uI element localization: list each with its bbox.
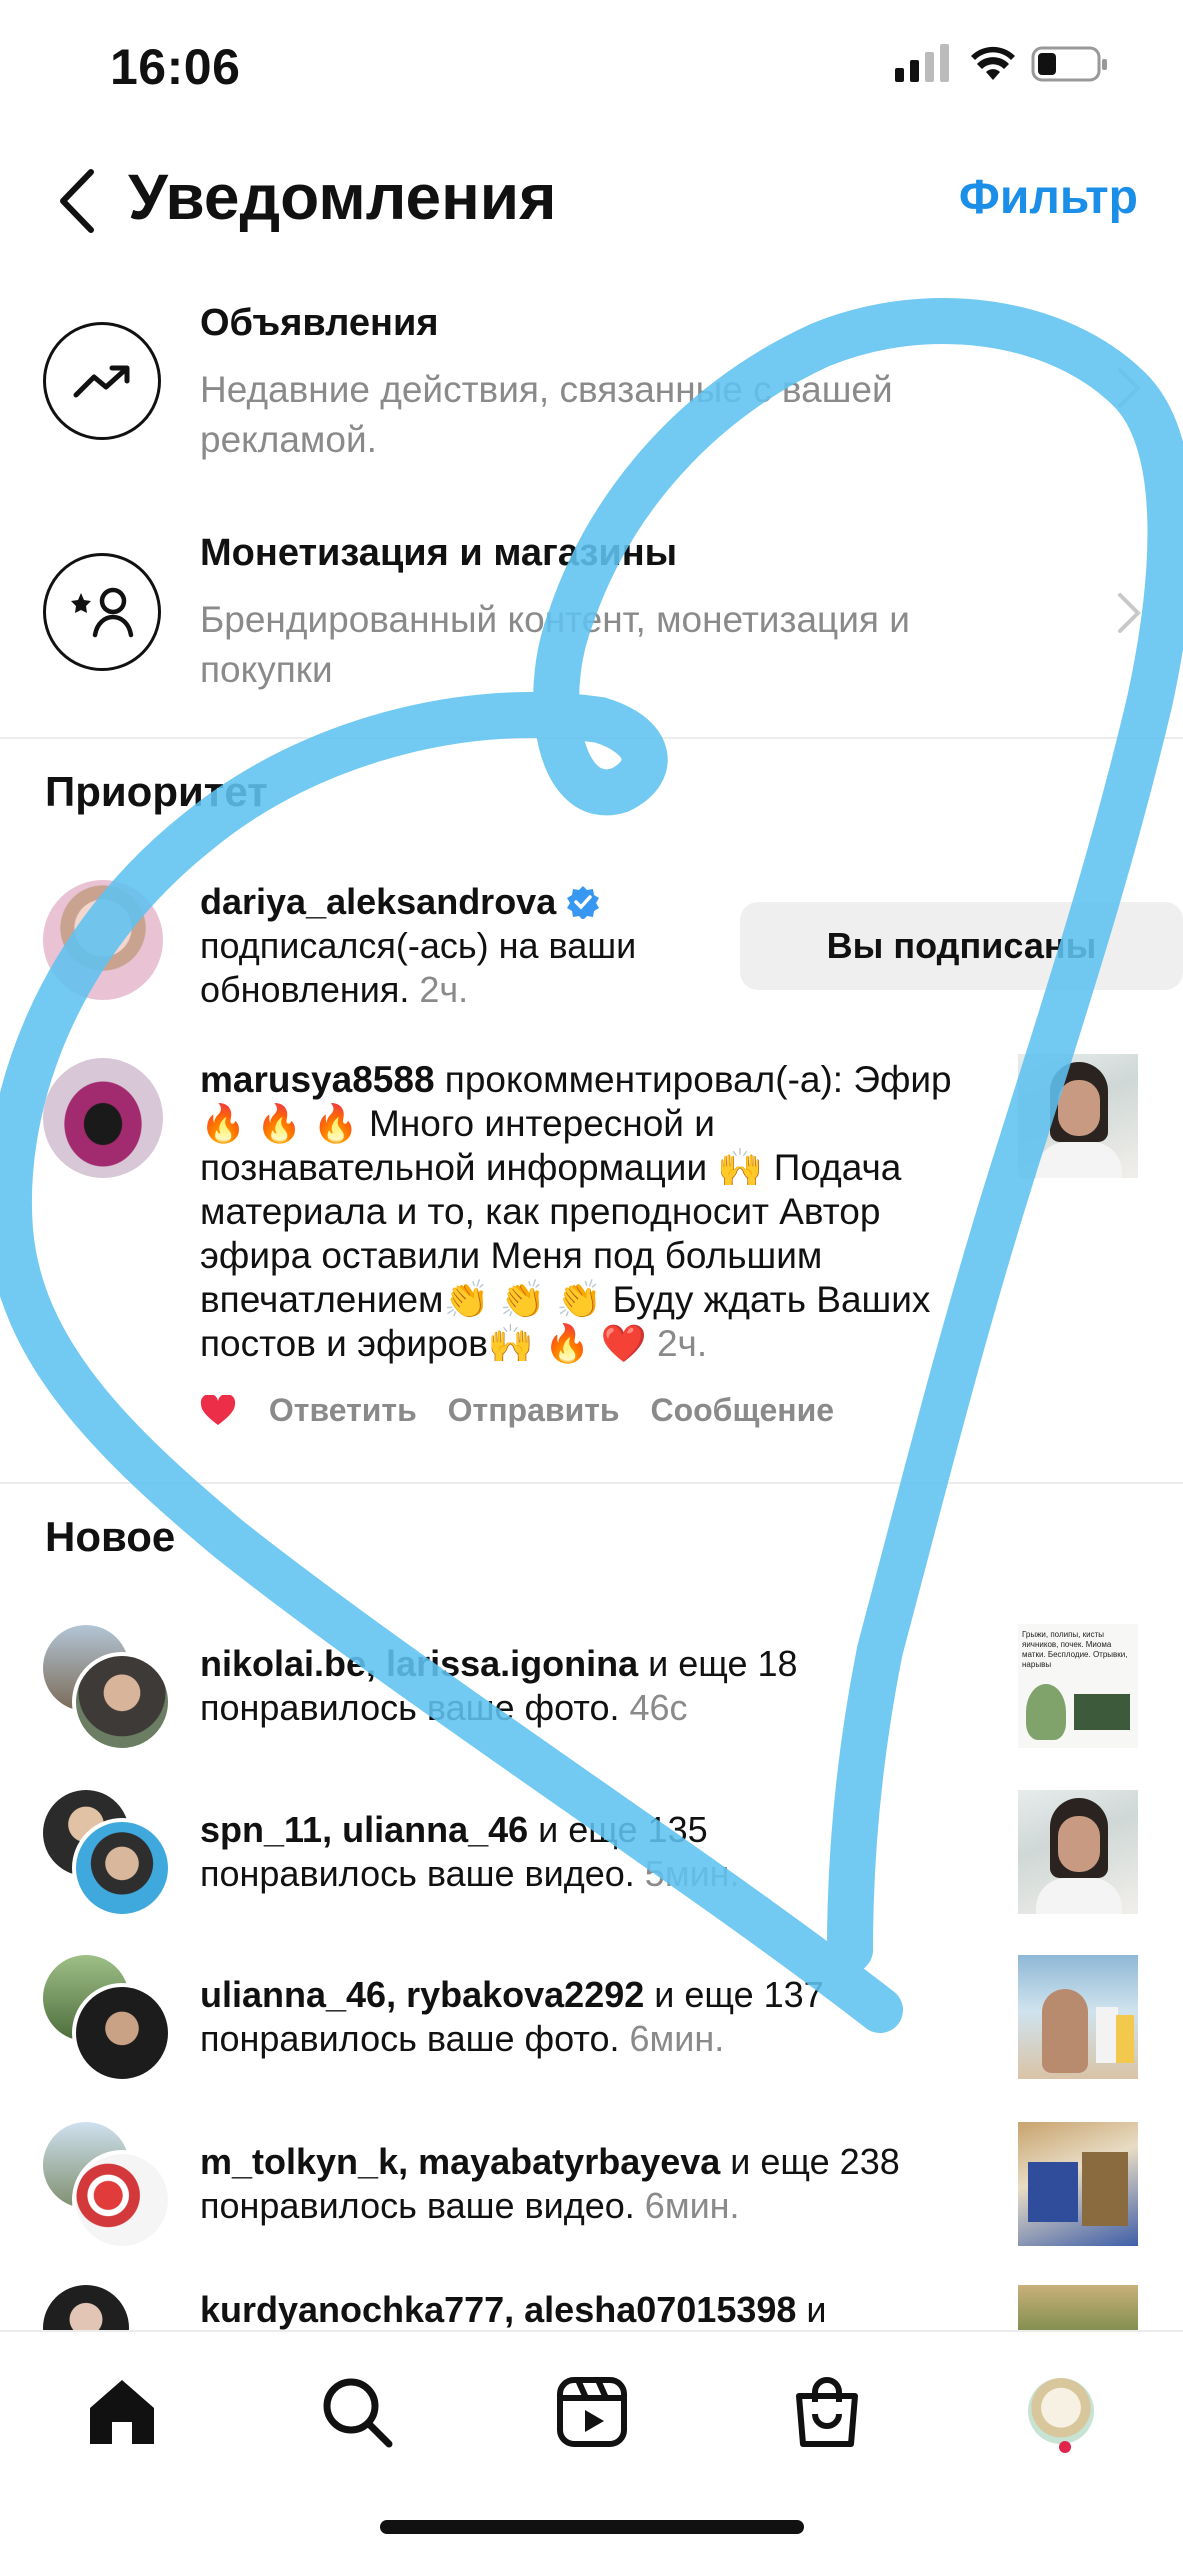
home-icon[interactable] — [82, 2372, 162, 2452]
usernames[interactable]: nikolai.be, larissa.igonina — [200, 1643, 638, 1684]
trending-icon — [43, 322, 161, 440]
creator-icon — [43, 553, 161, 671]
search-icon[interactable] — [317, 2372, 397, 2452]
status-time: 16:06 — [110, 39, 241, 95]
reels-icon[interactable] — [552, 2372, 632, 2452]
chevron-right-icon — [1118, 368, 1141, 408]
filter-button[interactable]: Фильтр — [959, 170, 1138, 225]
like-text: kurdyanochka777, alesha07015398 и — [200, 2288, 1000, 2332]
avatar[interactable] — [43, 880, 163, 1000]
following-button[interactable]: Вы подписаны — [740, 902, 1183, 990]
profile-avatar[interactable] — [1028, 2378, 1094, 2444]
more-count: и еще 18 — [638, 1643, 798, 1684]
like-text: spn_11, ulianna_46 и еще 135 понравилось… — [200, 1808, 1000, 1896]
signal-icon — [895, 44, 949, 82]
section-title-new: Новое — [45, 1513, 176, 1560]
avatar[interactable] — [72, 1983, 172, 2083]
more-count: и еще 135 — [528, 1809, 708, 1850]
back-arrow-icon[interactable] — [55, 166, 99, 236]
page-title: Уведомления — [128, 161, 557, 233]
usernames[interactable]: ulianna_46, rybakova2292 — [200, 1974, 644, 2015]
like-text: nikolai.be, larissa.igonina и еще 18 пон… — [200, 1642, 1000, 1730]
shop-icon[interactable] — [787, 2372, 867, 2452]
timestamp: 46с — [619, 1687, 688, 1728]
comment-actions: Ответить Отправить Сообщение — [200, 1392, 856, 1429]
thumbnail-caption: Грыжи, полипы, кисты яичников, почек. Ми… — [1022, 1630, 1128, 1669]
reply-button[interactable]: Ответить — [269, 1392, 417, 1428]
username[interactable]: dariya_aleksandrova — [200, 881, 556, 922]
monetization-subtitle: Брендированный контент, монетизация и по… — [200, 599, 910, 690]
heart-icon[interactable] — [200, 1393, 236, 1427]
message-button[interactable]: Сообщение — [650, 1392, 834, 1428]
timestamp: 5мин. — [634, 1853, 740, 1894]
battery-icon — [1031, 46, 1107, 82]
username[interactable]: marusya8588 — [200, 1059, 435, 1100]
section-title-priority: Приоритет — [45, 768, 268, 815]
avatar[interactable] — [72, 2150, 172, 2250]
like-message: понравилось ваше видео. — [200, 1853, 635, 1894]
timestamp: 6мин. — [619, 2018, 725, 2059]
like-text: ulianna_46, rybakova2292 и еще 137 понра… — [200, 1973, 1000, 2061]
monetization-title: Монетизация и магазины — [200, 532, 678, 574]
usernames[interactable]: spn_11, ulianna_46 — [200, 1809, 528, 1850]
home-indicator[interactable] — [380, 2520, 804, 2534]
like-message: понравилось ваше фото. — [200, 1687, 620, 1728]
timestamp: 2ч. — [409, 969, 469, 1010]
post-thumbnail[interactable]: Грыжи, полипы, кисты яичников, почек. Ми… — [1018, 1624, 1138, 1748]
verified-icon — [567, 886, 600, 920]
like-message: понравилось ваше фото. — [200, 2018, 620, 2059]
ads-subtitle: Недавние действия, связанные с вашей рек… — [200, 369, 893, 460]
divider — [0, 1482, 1183, 1484]
wifi-icon — [971, 46, 1015, 80]
post-thumbnail[interactable] — [1018, 2122, 1138, 2246]
more-count: и — [796, 2289, 827, 2330]
notification-dot — [1059, 2441, 1071, 2453]
post-thumbnail[interactable] — [1018, 1054, 1138, 1178]
post-thumbnail[interactable] — [1018, 1790, 1138, 1914]
like-message: понравилось ваше видео. — [200, 2185, 635, 2226]
send-button[interactable]: Отправить — [448, 1392, 620, 1428]
usernames[interactable]: m_tolkyn_k, mayabatyrbayeva — [200, 2141, 720, 2182]
avatar[interactable] — [72, 1652, 172, 1752]
follow-text: dariya_aleksandrova подписался(-ась) на … — [200, 880, 720, 1012]
ads-title: Объявления — [200, 302, 439, 344]
timestamp: 6мин. — [634, 2185, 740, 2226]
post-thumbnail[interactable] — [1018, 1955, 1138, 2079]
divider — [0, 737, 1183, 739]
timestamp: 2ч. — [646, 1323, 708, 1364]
avatar[interactable] — [43, 1058, 163, 1178]
like-text: m_tolkyn_k, mayabatyrbayeva и еще 238 по… — [200, 2140, 1000, 2228]
usernames[interactable]: kurdyanochka777, alesha07015398 — [200, 2289, 796, 2330]
avatar[interactable] — [72, 1818, 172, 1918]
post-thumbnail[interactable] — [1018, 2285, 1138, 2335]
more-count: и еще 137 — [644, 1974, 824, 2015]
status-icons — [895, 44, 1107, 82]
more-count: и еще 238 — [720, 2141, 900, 2182]
comment-message: прокомментировал(-а): Эфир🔥 🔥 🔥 Много ин… — [200, 1059, 952, 1364]
chevron-right-icon — [1118, 593, 1141, 633]
comment-text: marusya8588 прокомментировал(-а): Эфир🔥 … — [200, 1058, 980, 1366]
